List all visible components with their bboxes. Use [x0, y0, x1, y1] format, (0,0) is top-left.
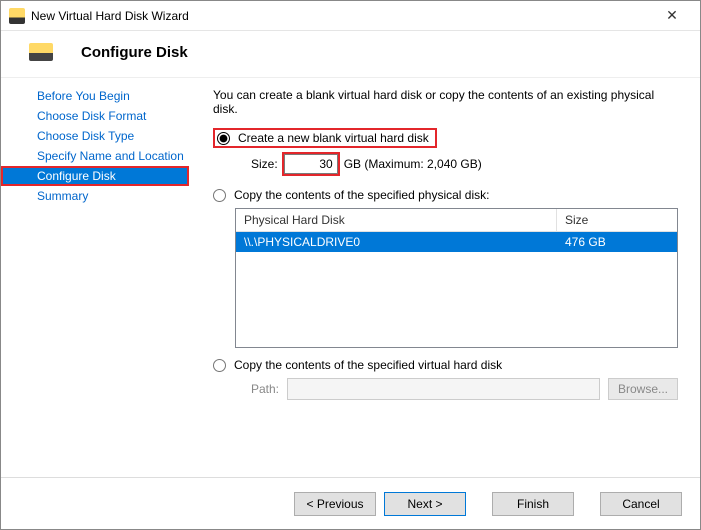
close-icon[interactable]: ✕: [652, 2, 692, 30]
step-specify-name-location[interactable]: Specify Name and Location: [1, 146, 189, 166]
intro-text: You can create a blank virtual hard disk…: [213, 88, 678, 116]
step-choose-disk-format[interactable]: Choose Disk Format: [1, 106, 189, 126]
cancel-button[interactable]: Cancel: [600, 492, 682, 516]
row-disk-name: \\.\PHYSICALDRIVE0: [236, 232, 557, 252]
size-input[interactable]: [284, 154, 338, 174]
step-summary[interactable]: Summary: [1, 186, 189, 206]
previous-button[interactable]: < Previous: [294, 492, 376, 516]
main-panel: You can create a blank virtual hard disk…: [189, 78, 700, 468]
window-title: New Virtual Hard Disk Wizard: [31, 9, 652, 23]
next-button[interactable]: Next >: [384, 492, 466, 516]
path-input: [287, 378, 600, 400]
radio-create-blank-label: Create a new blank virtual hard disk: [238, 131, 429, 145]
radio-copy-physical-label: Copy the contents of the specified physi…: [234, 188, 489, 202]
page-header: Configure Disk: [1, 31, 700, 78]
step-configure-disk[interactable]: Configure Disk: [1, 166, 189, 186]
col-physical-disk[interactable]: Physical Hard Disk: [236, 209, 557, 231]
radio-copy-virtual[interactable]: [213, 359, 226, 372]
size-label: Size:: [251, 157, 278, 171]
page-title: Configure Disk: [81, 44, 188, 61]
wizard-footer: < Previous Next > Finish Cancel: [1, 477, 700, 529]
finish-button[interactable]: Finish: [492, 492, 574, 516]
row-disk-size: 476 GB: [557, 232, 677, 252]
wizard-icon: [9, 8, 25, 24]
radio-create-blank[interactable]: [217, 132, 230, 145]
size-suffix: GB (Maximum: 2,040 GB): [344, 157, 482, 171]
titlebar: New Virtual Hard Disk Wizard ✕: [1, 1, 700, 31]
step-choose-disk-type[interactable]: Choose Disk Type: [1, 126, 189, 146]
browse-button: Browse...: [608, 378, 678, 400]
wizard-steps: Before You Begin Choose Disk Format Choo…: [1, 78, 189, 468]
radio-copy-physical[interactable]: [213, 189, 226, 202]
physical-disk-table: Physical Hard Disk Size \\.\PHYSICALDRIV…: [235, 208, 678, 348]
radio-copy-virtual-label: Copy the contents of the specified virtu…: [234, 358, 502, 372]
table-row[interactable]: \\.\PHYSICALDRIVE0 476 GB: [236, 232, 677, 252]
path-label: Path:: [251, 382, 279, 396]
disk-icon: [29, 43, 53, 61]
step-before-you-begin[interactable]: Before You Begin: [1, 86, 189, 106]
col-size[interactable]: Size: [557, 209, 677, 231]
